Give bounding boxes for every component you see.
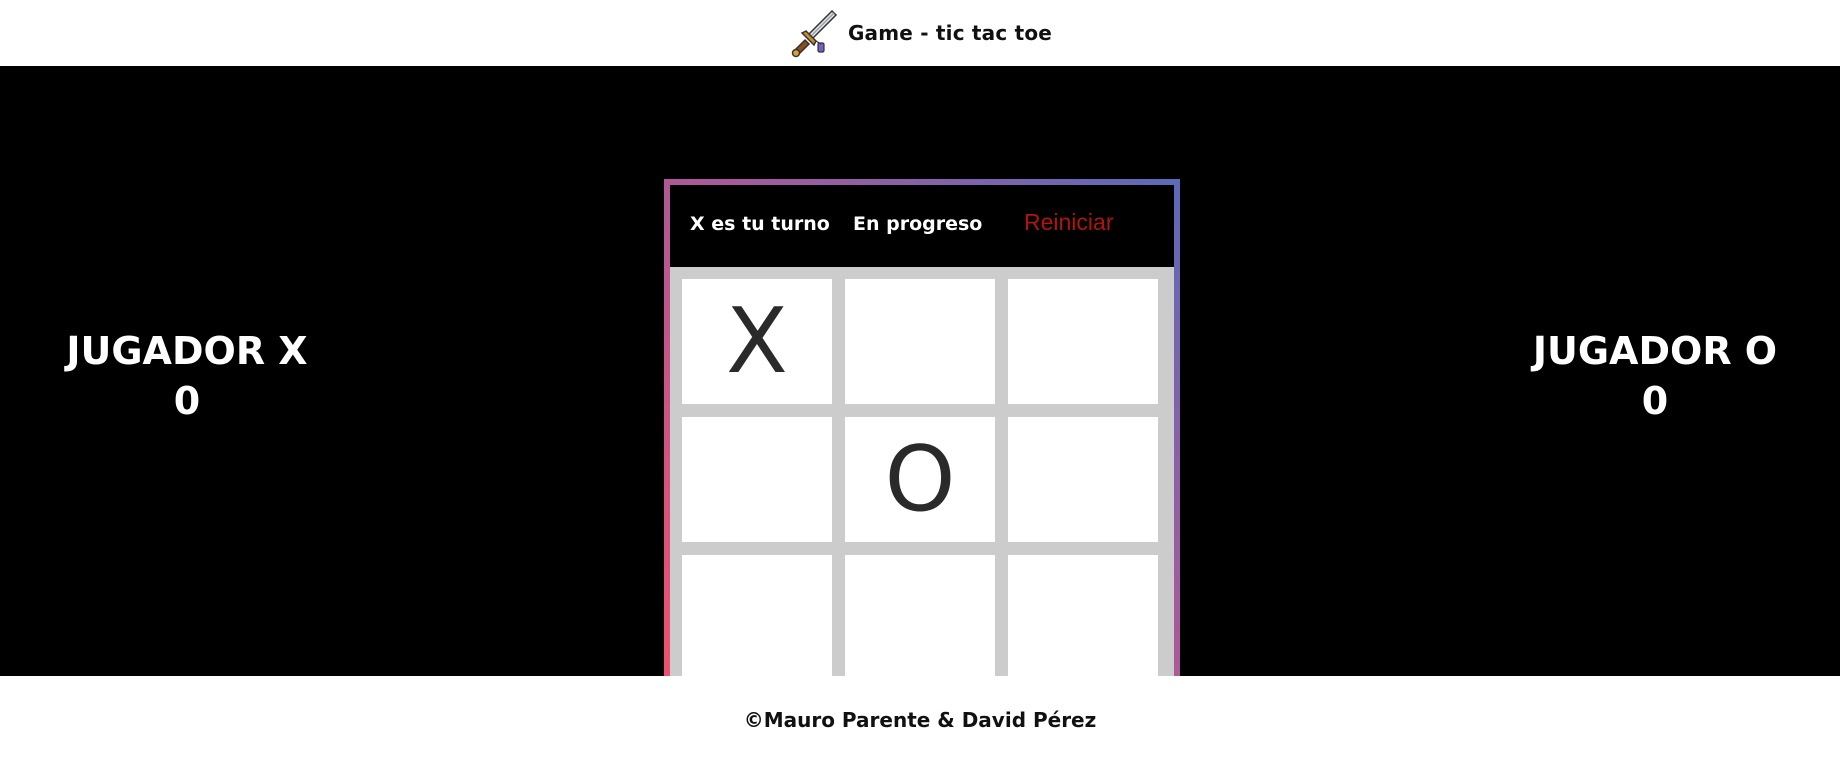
cell-3[interactable]	[1008, 279, 1158, 404]
board-frame: X es tu turno En progreso Reiniciar X O	[664, 179, 1180, 695]
player-x-panel: JUGADOR X 0	[37, 326, 337, 426]
footer: ©Mauro Parente & David Pérez	[0, 676, 1840, 772]
status-bar: X es tu turno En progreso Reiniciar	[670, 185, 1174, 267]
cell-8[interactable]	[845, 555, 995, 680]
player-x-score: 0	[173, 379, 201, 423]
reset-button[interactable]: Reiniciar	[1024, 209, 1113, 236]
cell-5[interactable]: O	[845, 417, 995, 542]
cell-6[interactable]	[1008, 417, 1158, 542]
cell-4[interactable]	[682, 417, 832, 542]
cell-9[interactable]	[1008, 555, 1158, 680]
cell-2[interactable]	[845, 279, 995, 404]
app-header: Game - tic tac toe	[0, 0, 1840, 66]
player-x-label: JUGADOR X	[66, 329, 308, 373]
tic-tac-toe-grid: X O	[670, 267, 1174, 689]
cell-7[interactable]	[682, 555, 832, 680]
sword-icon	[791, 9, 837, 58]
player-o-score: 0	[1641, 379, 1669, 423]
turn-indicator: X es tu turno	[690, 213, 830, 235]
player-o-panel: JUGADOR O 0	[1505, 326, 1805, 426]
game-status: En progreso	[853, 213, 983, 235]
page-title: Game - tic tac toe	[847, 21, 1053, 45]
player-o-label: JUGADOR O	[1532, 329, 1778, 373]
cell-1[interactable]: X	[682, 279, 832, 404]
board: X es tu turno En progreso Reiniciar X O	[670, 185, 1174, 689]
copyright-text: ©Mauro Parente & David Pérez	[743, 708, 1097, 732]
game-area: JUGADOR X 0 X es tu turno En progreso Re…	[0, 66, 1840, 695]
